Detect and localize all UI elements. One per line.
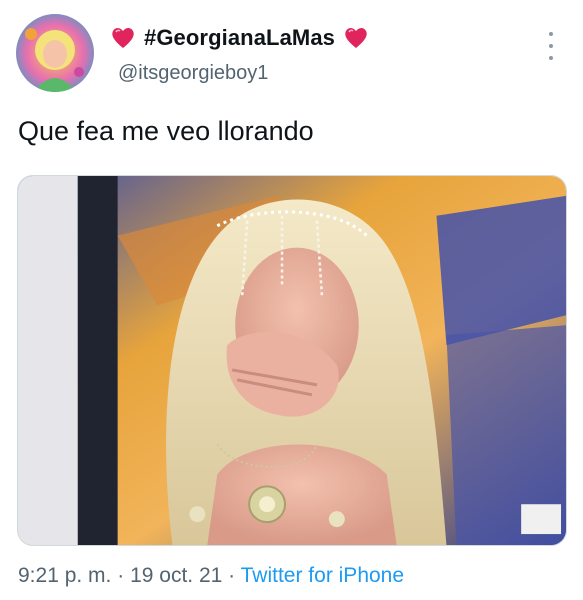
tweet-meta: 9:21 p. m. · 19 oct. 21 · Twitter for iP… bbox=[18, 564, 404, 588]
tweet-time[interactable]: 9:21 p. m. bbox=[18, 564, 111, 587]
author-block[interactable]: #GeorgianaLaMas @itsgeorgieboy1 bbox=[110, 22, 369, 85]
heart-icon bbox=[110, 26, 136, 50]
tweet-date[interactable]: 19 oct. 21 bbox=[130, 564, 222, 587]
media-image bbox=[18, 176, 566, 545]
tweet-header: #GeorgianaLaMas @itsgeorgieboy1 bbox=[16, 14, 567, 96]
display-name-row: #GeorgianaLaMas bbox=[110, 22, 369, 54]
display-name[interactable]: #GeorgianaLaMas bbox=[144, 25, 335, 51]
meta-separator: · bbox=[117, 564, 125, 587]
meta-separator: · bbox=[228, 564, 236, 587]
avatar[interactable] bbox=[16, 14, 94, 92]
avatar-image bbox=[16, 14, 94, 92]
tweet-text: Que fea me veo llorando bbox=[18, 116, 314, 146]
heart-icon bbox=[343, 26, 369, 50]
more-options-icon[interactable] bbox=[541, 32, 561, 60]
tweet-source-link[interactable]: Twitter for iPhone bbox=[241, 564, 404, 587]
user-handle[interactable]: @itsgeorgieboy1 bbox=[118, 62, 369, 85]
tweet-media[interactable] bbox=[17, 175, 567, 546]
